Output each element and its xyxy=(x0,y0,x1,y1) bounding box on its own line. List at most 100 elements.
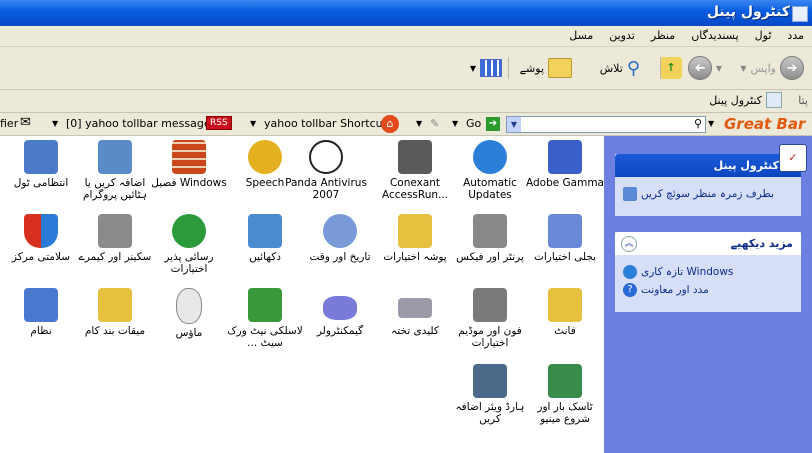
address-bar: پتا کنٹرول پینل xyxy=(0,90,812,113)
icon-scheduled-tasks[interactable]: میقات بند کام xyxy=(74,288,156,358)
menu-view[interactable]: منظر xyxy=(651,29,675,42)
keyboard-icon xyxy=(398,298,432,318)
menu-favorites[interactable]: پسندیدگاں xyxy=(691,29,738,42)
icon-game-controllers[interactable]: گیمکنٹرولر xyxy=(299,288,381,358)
search-input[interactable]: ▼ ⚲ xyxy=(506,116,706,133)
see-also-section: ︽ مزید دیکھیے Windows تازہ کاری ? مدد او… xyxy=(615,232,801,312)
collapse-chevron-icon[interactable]: ︽ xyxy=(621,236,637,252)
windows-update-icon xyxy=(623,265,637,279)
menu-tools[interactable]: ٹول xyxy=(755,29,772,42)
modem-icon xyxy=(398,140,432,174)
control-panel-section: ✓ کنٹرول پینل بطرف زمرہ منظر سوئچ کریں xyxy=(615,144,807,216)
tasks-folder-icon xyxy=(98,288,132,322)
icon-date-time[interactable]: تاریخ اور وقت xyxy=(299,214,381,284)
accessibility-icon xyxy=(172,214,206,248)
dropdown-arrow-icon[interactable]: ▼ xyxy=(416,119,422,128)
views-button[interactable]: ▼ xyxy=(470,56,502,80)
rss-button[interactable]: RSS xyxy=(206,116,232,130)
dropdown-arrow-icon[interactable]: ▼ xyxy=(250,119,256,128)
mail-icon[interactable]: ✉ xyxy=(20,115,31,130)
icon-mouse[interactable]: ماؤس xyxy=(148,288,230,358)
icon-wireless-network[interactable]: لاسلکی نیٹ ورک سیٹ ... xyxy=(224,288,306,358)
icon-adobe-gamma[interactable]: Adobe Gamma xyxy=(524,140,606,210)
standard-toolbar: ➔ واپس ▼ ▼ ➔ ↑ ⚲ تلاش پوشے ▼ xyxy=(0,47,812,90)
see-also-header[interactable]: ︽ مزید دیکھیے xyxy=(615,232,801,255)
control-panel-icon xyxy=(766,92,782,108)
greatbar-logo: Great Bar xyxy=(724,115,806,133)
panda-icon xyxy=(309,140,343,174)
printer-icon xyxy=(473,214,507,248)
back-arrow-icon: ➔ xyxy=(780,56,804,80)
address-value: کنٹرول پینل xyxy=(709,93,762,107)
task-pane: ✓ کنٹرول پینل بطرف زمرہ منظر سوئچ کریں ︽… xyxy=(604,136,812,453)
icon-taskbar-start-menu[interactable]: ٹاسک بار اور شروع مینیو xyxy=(524,364,606,434)
icon-folder-options[interactable]: پوشہ اختیارات xyxy=(374,214,456,284)
control-panel-header[interactable]: ✓ کنٹرول پینل xyxy=(615,144,807,177)
magnifier-icon: ⚲ xyxy=(626,57,640,79)
menu-file[interactable]: مسل xyxy=(569,29,593,42)
icon-windows-firewall[interactable]: Windows فصیل xyxy=(148,140,230,210)
folder-up-icon: ↑ xyxy=(660,57,682,79)
window-title: کنٹرول پینل xyxy=(706,4,790,20)
wireless-icon xyxy=(248,288,282,322)
category-view-icon xyxy=(623,187,637,201)
go-arrow-icon[interactable]: ➔ xyxy=(486,117,500,131)
fier-text[interactable]: fier xyxy=(0,117,18,130)
address-label: پتا xyxy=(798,94,808,107)
icon-scanners-cameras[interactable]: سکینر اور کیمرے xyxy=(74,214,156,284)
icon-security-center[interactable]: سلامتی مرکز xyxy=(0,214,82,284)
icon-conexant[interactable]: Conexant AccessRun... xyxy=(374,140,456,210)
chevron-down-icon[interactable]: ▼ xyxy=(507,117,521,132)
icon-display[interactable]: دکھائیں xyxy=(224,214,306,284)
search-button[interactable]: ⚲ تلاش xyxy=(600,56,640,80)
help-support-link[interactable]: ? مدد اور معاونت xyxy=(623,283,793,297)
icon-add-hardware[interactable]: ہارڈ ویئر اضافہ کریں xyxy=(449,364,531,434)
icon-automatic-updates[interactable]: Automatic Updates xyxy=(449,140,531,210)
dropdown-arrow-icon[interactable]: ▼ xyxy=(452,119,458,128)
icon-system[interactable]: نظام xyxy=(0,288,82,358)
icon-speech[interactable]: Speech xyxy=(224,140,306,210)
home-icon[interactable]: ⌂ xyxy=(381,115,399,133)
speech-icon xyxy=(248,140,282,174)
views-icon xyxy=(480,59,502,77)
dropdown-arrow-icon: ▼ xyxy=(469,63,476,73)
yahoo-toolbar: fier ✉ ▼ [0] yahoo tollbar messages RSS … xyxy=(0,113,812,136)
menu-edit[interactable]: تدوین xyxy=(609,29,635,42)
power-icon xyxy=(548,214,582,248)
taskbar-icon xyxy=(548,364,582,398)
icon-phone-modem[interactable]: فون اور موڈیم اختیارات xyxy=(449,288,531,358)
back-button[interactable]: ➔ واپس ▼ xyxy=(740,56,804,80)
windows-update-link[interactable]: Windows تازہ کاری xyxy=(623,265,793,279)
icon-accessibility-options[interactable]: رسائی پذیر اختیارات xyxy=(148,214,230,284)
shield-icon xyxy=(24,214,58,248)
hardware-icon xyxy=(473,364,507,398)
clock-icon xyxy=(323,214,357,248)
icon-keyboard[interactable]: کلیدی تختہ xyxy=(374,288,456,358)
folder-icon xyxy=(398,214,432,248)
icon-administrative-tools[interactable]: انتظامی ٹول xyxy=(0,140,82,210)
folders-button[interactable]: پوشے xyxy=(520,56,572,80)
search-icon[interactable]: ⚲ xyxy=(694,117,702,130)
windows-logo-icon xyxy=(473,140,507,174)
go-label[interactable]: Go xyxy=(466,117,481,130)
pen-icon[interactable]: ✎ xyxy=(430,117,439,130)
scanner-icon xyxy=(98,214,132,248)
forward-button[interactable]: ▼ ➔ xyxy=(687,56,722,80)
folders-icon xyxy=(548,58,572,78)
address-input[interactable]: کنٹرول پینل xyxy=(709,92,782,108)
icon-add-remove-programs[interactable]: اضافہ کریں یا ہٹائیں پروگرام xyxy=(74,140,156,210)
help-icon: ? xyxy=(623,283,637,297)
toolbar-separator xyxy=(660,57,661,79)
messages-button[interactable]: [0] yahoo tollbar messages xyxy=(66,117,216,130)
switch-category-view-link[interactable]: بطرف زمرہ منظر سوئچ کریں xyxy=(623,187,793,201)
icon-printers-faxes[interactable]: پرنٹر اور فیکس xyxy=(449,214,531,284)
shortcuts-button[interactable]: yahoo tollbar Shortcuts xyxy=(264,117,393,130)
dropdown-arrow-icon[interactable]: ▼ xyxy=(708,119,714,128)
up-button[interactable]: ↑ xyxy=(660,56,682,80)
icon-power-options[interactable]: بجلی اختیارات xyxy=(524,214,606,284)
icon-fonts[interactable]: فانٹ xyxy=(524,288,606,358)
menu-help[interactable]: مدد xyxy=(787,29,804,42)
firewall-icon xyxy=(172,140,206,174)
toolbar-separator xyxy=(508,57,509,79)
dropdown-arrow-icon[interactable]: ▼ xyxy=(52,119,58,128)
